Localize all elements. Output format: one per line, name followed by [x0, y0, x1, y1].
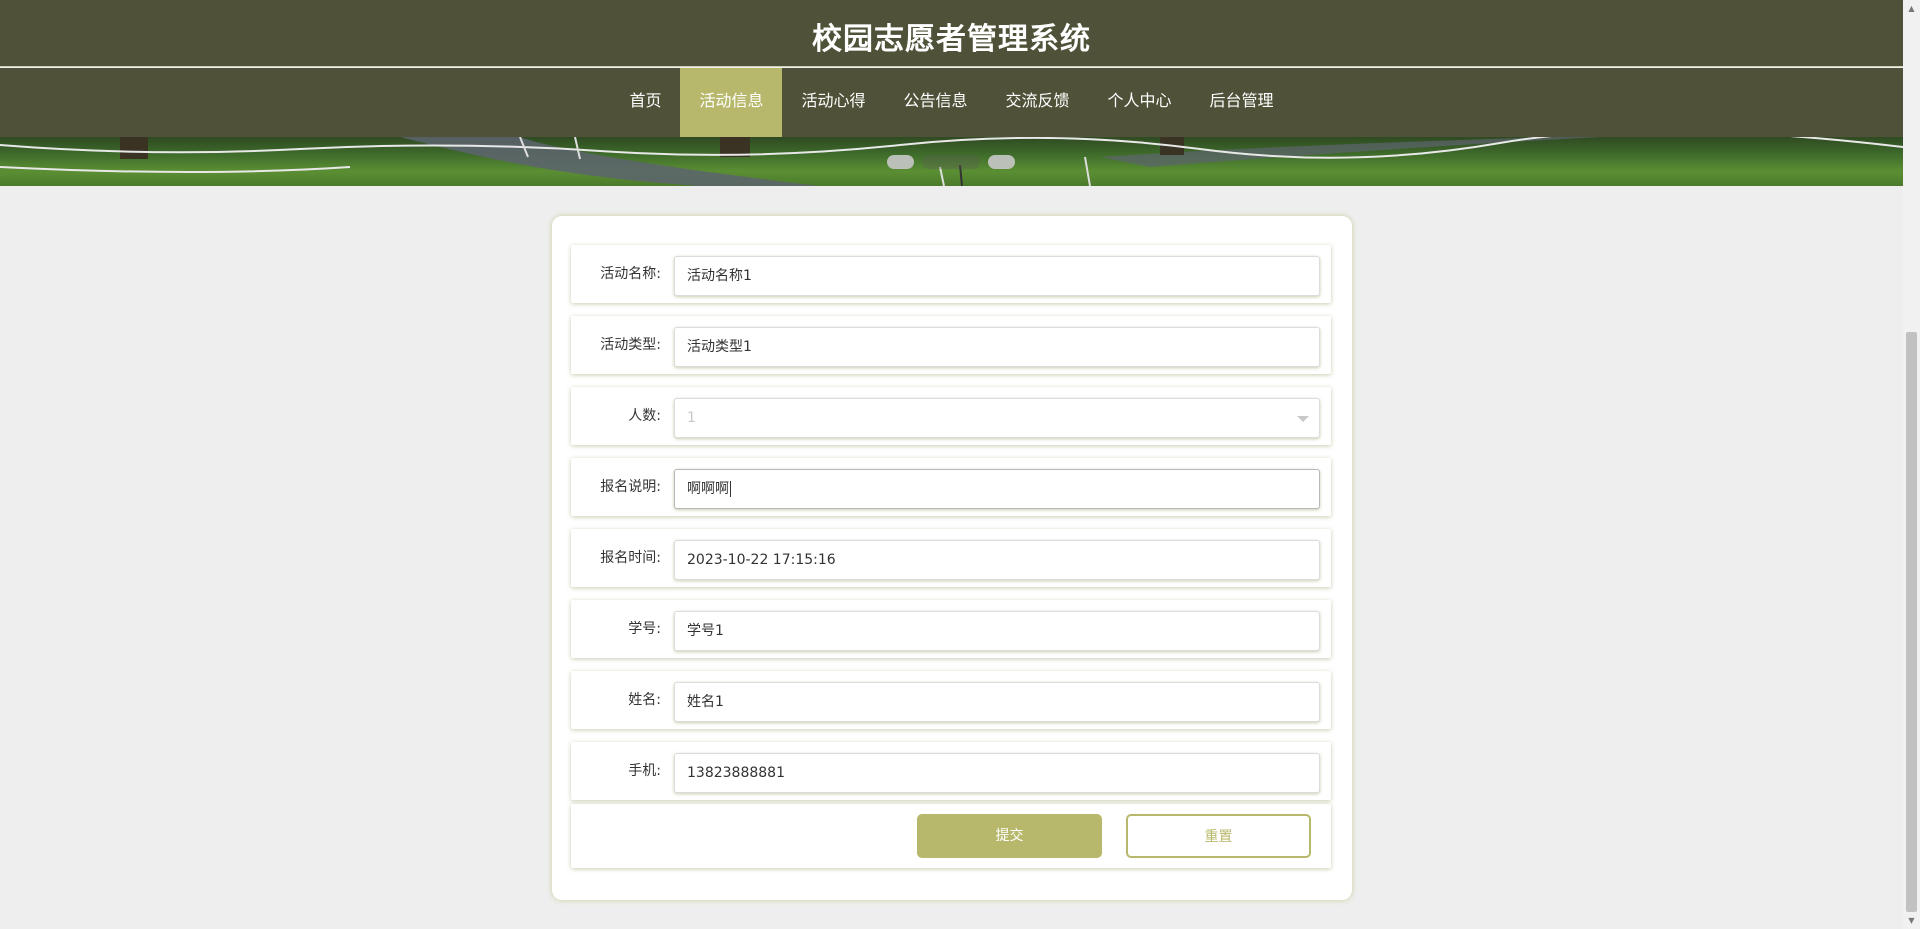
- form-row-student-id: 学号: 学号1: [571, 600, 1331, 658]
- signup-time-input[interactable]: 2023-10-22 17:15:16: [674, 540, 1320, 580]
- form-row-signup-time: 报名时间: 2023-10-22 17:15:16: [571, 529, 1331, 587]
- signup-note-value: 啊啊啊: [687, 481, 729, 497]
- registration-form: 活动名称: 活动名称1 活动类型: 活动类型1 人数: 1 报名说明: 啊啊啊 …: [552, 216, 1352, 900]
- banner-carousel: [0, 137, 1903, 186]
- nav-item-personal-center[interactable]: 个人中心: [1089, 68, 1191, 137]
- nav-list: 首页 活动信息 活动心得 公告信息 交流反馈 个人中心 后台管理: [0, 68, 1903, 137]
- name-label: 姓名:: [628, 692, 661, 708]
- headcount-value: 1: [687, 410, 696, 426]
- name-input[interactable]: 姓名1: [674, 682, 1320, 722]
- signup-note-label: 报名说明:: [600, 479, 661, 495]
- phone-label: 手机:: [628, 763, 661, 779]
- activity-name-input[interactable]: 活动名称1: [674, 256, 1320, 296]
- site-header: 校园志愿者管理系统: [0, 0, 1903, 67]
- form-row-headcount: 人数: 1: [571, 387, 1331, 445]
- student-id-input[interactable]: 学号1: [674, 611, 1320, 651]
- nav-item-announcements[interactable]: 公告信息: [884, 68, 986, 137]
- chevron-down-icon: [1297, 416, 1309, 422]
- scroll-down-arrow-icon[interactable]: ▼: [1903, 912, 1920, 929]
- signup-time-label: 报名时间:: [600, 550, 661, 566]
- student-id-label: 学号:: [628, 621, 661, 637]
- site-title: 校园志愿者管理系统: [812, 22, 1091, 57]
- phone-input[interactable]: 13823888881: [674, 753, 1320, 793]
- activity-type-input[interactable]: 活动类型1: [674, 327, 1320, 367]
- form-actions: 提交 重置: [571, 804, 1331, 868]
- vertical-scrollbar[interactable]: ▲ ▼: [1903, 0, 1920, 929]
- activity-type-label: 活动类型:: [600, 337, 661, 353]
- page: 校园志愿者管理系统 首页 活动信息 活动心得 公告信息 交流反馈 个人中心 后台…: [0, 0, 1920, 929]
- scroll-up-arrow-icon[interactable]: ▲: [1903, 0, 1920, 17]
- form-row-name: 姓名: 姓名1: [571, 671, 1331, 729]
- reset-button[interactable]: 重置: [1126, 814, 1311, 858]
- scrollbar-thumb[interactable]: [1906, 332, 1917, 912]
- form-row-activity-type: 活动类型: 活动类型1: [571, 316, 1331, 374]
- submit-button[interactable]: 提交: [917, 814, 1102, 858]
- form-row-signup-note: 报名说明: 啊啊啊: [571, 458, 1331, 516]
- nav-item-activity-info[interactable]: 活动信息: [680, 68, 783, 137]
- nav-item-admin[interactable]: 后台管理: [1191, 68, 1293, 137]
- carousel-indicators: [887, 155, 1015, 169]
- nav-bar: 首页 活动信息 活动心得 公告信息 交流反馈 个人中心 后台管理: [0, 68, 1903, 137]
- carousel-dot[interactable]: [988, 155, 1015, 169]
- signup-note-input[interactable]: 啊啊啊: [674, 469, 1320, 509]
- text-caret: [730, 481, 731, 497]
- carousel-dot-active[interactable]: [922, 155, 980, 169]
- nav-item-feedback[interactable]: 交流反馈: [987, 68, 1089, 137]
- activity-name-label: 活动名称:: [600, 266, 661, 282]
- form-row-phone: 手机: 13823888881: [571, 742, 1331, 800]
- nav-item-activity-experience[interactable]: 活动心得: [782, 68, 884, 137]
- headcount-select[interactable]: 1: [674, 398, 1320, 438]
- nav-item-home[interactable]: 首页: [610, 68, 680, 137]
- headcount-label: 人数:: [628, 408, 661, 424]
- carousel-dot[interactable]: [887, 155, 914, 169]
- form-row-activity-name: 活动名称: 活动名称1: [571, 245, 1331, 303]
